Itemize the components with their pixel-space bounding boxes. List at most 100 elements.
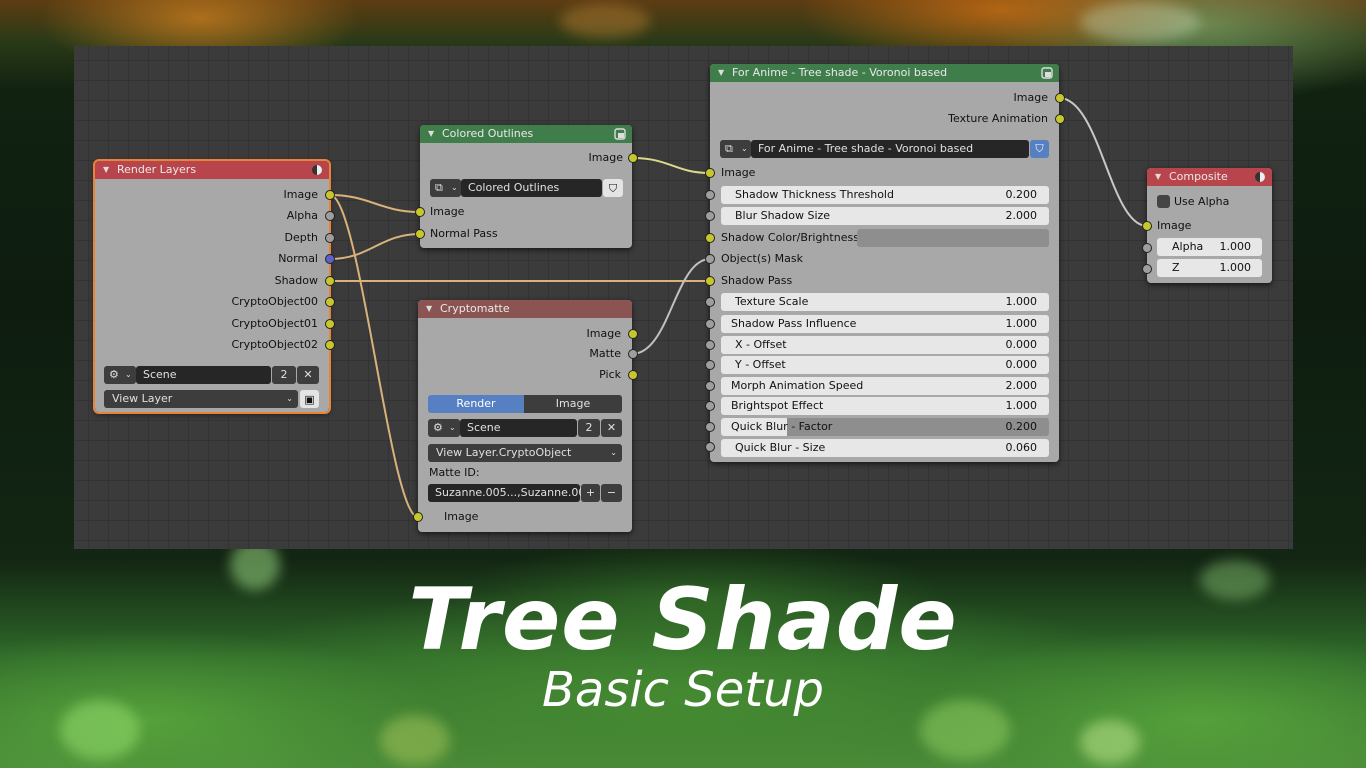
socket[interactable] — [415, 207, 425, 217]
node-header[interactable]: ▼ Cryptomatte — [418, 300, 632, 318]
socket[interactable] — [325, 233, 335, 243]
field-label: Brightspot Effect — [731, 399, 824, 412]
view-layer-browse-button[interactable]: ▣ — [300, 390, 319, 408]
socket[interactable] — [628, 329, 638, 339]
node-title: Cryptomatte — [440, 302, 510, 315]
group-name-field[interactable]: For Anime - Tree shade - Voronoi based — [751, 140, 1029, 158]
socket[interactable] — [325, 319, 335, 329]
field-value: 1.000 — [1219, 261, 1252, 274]
shadow-color-swatch[interactable] — [857, 229, 1049, 247]
scene-clear-button[interactable]: ✕ — [601, 419, 622, 437]
scene-name-field[interactable]: Scene — [136, 366, 271, 384]
tab-render[interactable]: Render — [428, 395, 524, 413]
view-layer-dropdown[interactable]: View Layer ⌄ — [104, 390, 298, 408]
scene-name-field[interactable]: Scene — [460, 419, 577, 437]
socket[interactable] — [705, 442, 715, 452]
cryptomatte-node[interactable]: ▼ Cryptomatte Image Matte Pick Render Im… — [418, 300, 632, 532]
tree-shade-node[interactable]: ▼ For Anime - Tree shade - Voronoi based… — [710, 64, 1059, 462]
scene-users-count[interactable]: 2 — [578, 419, 600, 437]
socket[interactable] — [705, 319, 715, 329]
plus-icon: + — [585, 486, 596, 499]
socket[interactable] — [705, 401, 715, 411]
add-matte-button[interactable]: + — [581, 484, 600, 502]
x-offset-field[interactable]: X - Offset 0.000 — [721, 336, 1049, 354]
bokeh-light — [1080, 2, 1200, 42]
fake-user-button[interactable]: ⛉ — [603, 179, 623, 197]
fake-user-button[interactable]: ⛉ — [1030, 140, 1049, 158]
socket[interactable] — [705, 254, 715, 264]
collapse-triangle-icon[interactable]: ▼ — [103, 161, 109, 179]
scene-clear-button[interactable]: ✕ — [297, 366, 319, 384]
socket[interactable] — [325, 190, 335, 200]
collapse-triangle-icon[interactable]: ▼ — [426, 300, 432, 318]
collapse-triangle-icon[interactable]: ▼ — [1155, 168, 1161, 186]
socket[interactable] — [325, 340, 335, 350]
render-layers-node[interactable]: ▼ Render Layers Image Alpha Depth Normal… — [93, 159, 331, 414]
group-name-value: Colored Outlines — [468, 181, 560, 194]
render-globe-icon — [1255, 172, 1265, 182]
socket[interactable] — [705, 340, 715, 350]
socket[interactable] — [325, 211, 335, 221]
chevron-down-icon: ⌄ — [451, 183, 458, 192]
shadow-pass-influence-field[interactable]: Shadow Pass Influence 1.000 — [721, 315, 1049, 333]
tab-image[interactable]: Image — [524, 395, 622, 413]
socket[interactable] — [705, 276, 715, 286]
quick-blur-factor-slider[interactable]: Quick Blur - Factor 0.200 — [721, 418, 1049, 436]
quick-blur-size-field[interactable]: Quick Blur - Size 0.060 — [721, 439, 1049, 457]
socket[interactable] — [325, 254, 335, 264]
node-header[interactable]: ▼ Composite — [1147, 168, 1272, 186]
socket[interactable] — [325, 276, 335, 286]
collapse-triangle-icon[interactable]: ▼ — [718, 64, 724, 82]
socket[interactable] — [1142, 221, 1152, 231]
socket[interactable] — [413, 512, 423, 522]
socket[interactable] — [705, 360, 715, 370]
field-label: Morph Animation Speed — [731, 379, 864, 392]
close-icon: ✕ — [303, 368, 313, 381]
z-field[interactable]: Z 1.000 — [1157, 259, 1262, 277]
socket[interactable] — [705, 190, 715, 200]
socket[interactable] — [1142, 243, 1152, 253]
composite-node[interactable]: ▼ Composite Use Alpha Image Alpha 1.000 … — [1147, 168, 1272, 283]
shadow-thickness-threshold-field[interactable]: Shadow Thickness Threshold 0.200 — [721, 186, 1049, 204]
colored-outlines-node[interactable]: ▼ Colored Outlines Image ⧉ ⌄ Colored Out… — [420, 125, 632, 248]
socket[interactable] — [705, 233, 715, 243]
alpha-field[interactable]: Alpha 1.000 — [1157, 238, 1262, 256]
brightspot-effect-field[interactable]: Brightspot Effect 1.000 — [721, 397, 1049, 415]
socket[interactable] — [628, 370, 638, 380]
group-type-dropdown[interactable]: ⧉ ⌄ — [720, 140, 751, 158]
remove-matte-button[interactable]: − — [601, 484, 622, 502]
y-offset-field[interactable]: Y - Offset 0.000 — [721, 356, 1049, 374]
scene-users-count[interactable]: 2 — [272, 366, 296, 384]
morph-animation-speed-field[interactable]: Morph Animation Speed 2.000 — [721, 377, 1049, 395]
socket[interactable] — [415, 229, 425, 239]
node-title: For Anime - Tree shade - Voronoi based — [732, 66, 948, 79]
texture-scale-field[interactable]: Texture Scale 1.000 — [721, 293, 1049, 311]
socket[interactable] — [705, 381, 715, 391]
socket[interactable] — [705, 422, 715, 432]
output-depth: Depth — [284, 231, 318, 244]
node-header[interactable]: ▼ Render Layers — [95, 161, 329, 179]
socket[interactable] — [705, 211, 715, 221]
socket[interactable] — [1055, 93, 1065, 103]
input-image: Image — [721, 166, 756, 179]
use-alpha-checkbox[interactable] — [1157, 195, 1170, 208]
node-header[interactable]: ▼ Colored Outlines — [420, 125, 632, 143]
socket[interactable] — [705, 297, 715, 307]
group-type-dropdown[interactable]: ⧉ ⌄ — [430, 179, 461, 197]
socket[interactable] — [705, 168, 715, 178]
scene-type-dropdown[interactable]: ⚙ ⌄ — [428, 419, 460, 437]
socket[interactable] — [628, 349, 638, 359]
page-subtitle: Basic Setup — [541, 662, 825, 718]
socket[interactable] — [1142, 264, 1152, 274]
matte-id-field[interactable]: Suzanne.005...,Suzanne.002 — [428, 484, 592, 502]
group-name-field[interactable]: Colored Outlines — [461, 179, 602, 197]
node-header[interactable]: ▼ For Anime - Tree shade - Voronoi based — [710, 64, 1059, 82]
chevron-down-icon: ⌄ — [286, 394, 293, 403]
socket[interactable] — [628, 153, 638, 163]
scene-type-dropdown[interactable]: ⚙ ⌄ — [104, 366, 136, 384]
socket[interactable] — [1055, 114, 1065, 124]
collapse-triangle-icon[interactable]: ▼ — [428, 125, 434, 143]
layer-dropdown[interactable]: View Layer.CryptoObject ⌄ — [428, 444, 622, 462]
socket[interactable] — [325, 297, 335, 307]
blur-shadow-size-field[interactable]: Blur Shadow Size 2.000 — [721, 207, 1049, 225]
